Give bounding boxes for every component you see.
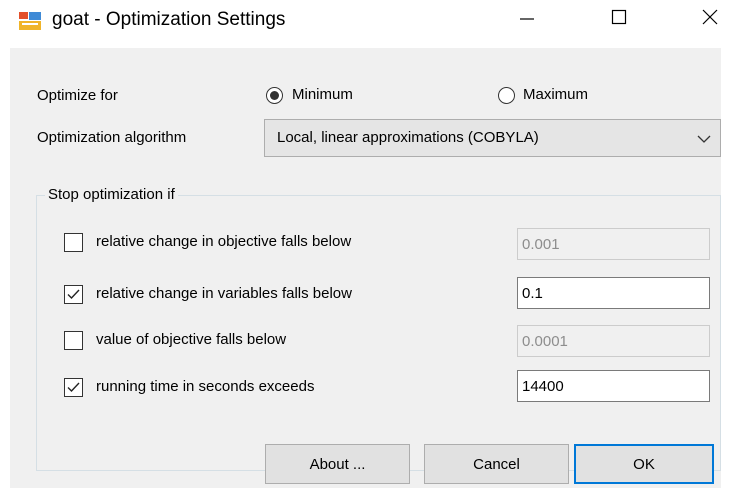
cancel-button[interactable]: Cancel — [424, 444, 569, 484]
maximize-icon — [611, 9, 627, 29]
radio-maximum-label[interactable]: Maximum — [523, 85, 588, 105]
algorithm-label: Optimization algorithm — [37, 129, 187, 146]
radio-selected-dot — [270, 91, 279, 100]
objective-value-threshold-input — [517, 325, 710, 357]
radio-maximum-circle[interactable] — [498, 87, 515, 104]
chevron-down-icon[interactable] — [697, 132, 711, 144]
criterion-objective-change-label[interactable]: relative change in objective falls below — [96, 232, 351, 252]
criterion-running-time-label[interactable]: running time in seconds exceeds — [96, 377, 314, 397]
app-settings-icon — [19, 12, 41, 30]
checkbox-running-time[interactable] — [64, 378, 83, 397]
criterion-variables-change-label[interactable]: relative change in variables falls below — [96, 284, 352, 304]
checkbox-variables-change[interactable] — [64, 285, 83, 304]
checkbox-objective-value[interactable] — [64, 331, 83, 350]
variables-change-threshold-input[interactable] — [517, 277, 710, 309]
about-button[interactable]: About ... — [265, 444, 410, 484]
stop-criteria-title: Stop optimization if — [45, 185, 178, 205]
minimize-button[interactable] — [504, 0, 550, 38]
close-icon — [702, 9, 718, 29]
running-time-threshold-input[interactable] — [517, 370, 710, 402]
checkmark-icon — [67, 382, 80, 393]
ok-button[interactable]: OK — [574, 444, 714, 484]
minimize-icon — [519, 9, 535, 29]
algorithm-select[interactable]: Local, linear approximations (COBYLA) — [264, 119, 721, 157]
criterion-objective-value-label[interactable]: value of objective falls below — [96, 330, 286, 350]
window-title: goat - Optimization Settings — [52, 9, 286, 30]
close-button[interactable] — [687, 0, 731, 38]
algorithm-selected-value: Local, linear approximations (COBYLA) — [277, 129, 539, 146]
optimization-settings-dialog: goat - Optimization Settings Optimize fo… — [0, 0, 731, 495]
objective-change-threshold-input — [517, 228, 710, 260]
checkbox-objective-change[interactable] — [64, 233, 83, 252]
radio-minimum-label[interactable]: Minimum — [292, 85, 353, 105]
radio-minimum-circle[interactable] — [266, 87, 283, 104]
dialog-body: Optimize for Minimum Maximum Optimizatio… — [10, 48, 721, 488]
optimize-for-label: Optimize for — [37, 87, 118, 104]
title-bar[interactable]: goat - Optimization Settings — [0, 0, 731, 38]
maximize-button[interactable] — [596, 0, 642, 38]
checkmark-icon — [67, 289, 80, 300]
